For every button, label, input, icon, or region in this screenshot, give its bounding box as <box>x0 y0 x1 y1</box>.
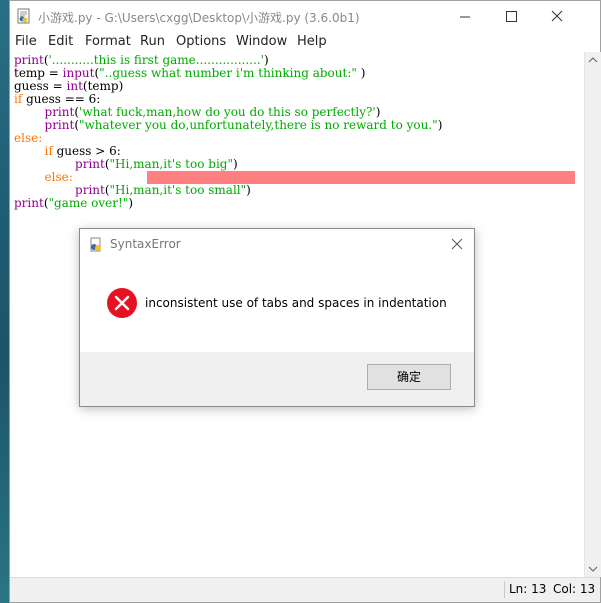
builtin-token: int <box>66 79 83 93</box>
string-token: '...........this is first game..........… <box>48 53 264 67</box>
code-token: guess == 6: <box>22 92 101 106</box>
dialog-footer: 确定 <box>80 352 474 406</box>
title-bar[interactable]: 小游戏.py - G:\Users\cxgg\Desktop\小游戏.py (3… <box>10 1 600 32</box>
menu-format[interactable]: Format <box>85 34 131 49</box>
code-line-12: print("game over!") <box>14 197 133 210</box>
code-token: (temp) <box>82 79 124 93</box>
code-line-6: print("whatever you do,unfortunately,the… <box>14 118 443 132</box>
builtin-token: print <box>44 105 75 119</box>
code-token: ) <box>128 196 134 210</box>
keyword-token: else: <box>44 170 73 184</box>
keyword-token: if <box>44 144 53 158</box>
maximize-icon <box>506 11 517 22</box>
close-icon <box>551 10 563 22</box>
string-token: "Hi,man,it's too small" <box>109 183 247 197</box>
error-icon <box>107 288 137 318</box>
status-bar: Ln: 13 Col: 13 <box>10 577 600 602</box>
syntax-error-dialog: SyntaxError inconsistent use of tabs and… <box>79 228 475 407</box>
vertical-scrollbar[interactable] <box>584 52 601 577</box>
python-file-icon <box>17 8 30 24</box>
code-token: ) <box>356 66 366 80</box>
minimize-icon <box>460 16 470 18</box>
scroll-up-icon[interactable] <box>585 52 601 68</box>
keyword-token: else: <box>14 131 43 145</box>
ok-button[interactable]: 确定 <box>367 364 451 390</box>
dialog-close-icon[interactable] <box>446 233 468 255</box>
builtin-token: print <box>14 53 44 67</box>
dialog-title: SyntaxError <box>110 237 181 251</box>
code-token: guess = <box>14 79 67 93</box>
python-icon <box>90 237 101 252</box>
error-message: inconsistent use of tabs and spaces in i… <box>145 296 447 310</box>
code-token: ) <box>263 53 269 67</box>
code-token: ) <box>232 157 238 171</box>
code-token: guess > 6: <box>52 144 121 158</box>
builtin-token: print <box>75 157 105 171</box>
status-column-number: Col: 13 <box>553 582 596 596</box>
builtin-token: print <box>75 183 105 197</box>
maximize-button[interactable] <box>488 1 534 32</box>
window-title: 小游戏.py - G:\Users\cxgg\Desktop\小游戏.py (3… <box>38 11 360 25</box>
menu-run[interactable]: Run <box>140 34 165 49</box>
string-token: "Hi,man,it's too big" <box>109 157 233 171</box>
menu-options[interactable]: Options <box>176 34 226 49</box>
menu-file[interactable]: File <box>15 34 37 49</box>
code-token: temp = <box>14 66 63 80</box>
builtin-token: print <box>14 196 44 210</box>
menu-bar: File Edit Format Run Options Window Help <box>10 32 600 52</box>
string-token: "..guess what number i'm thinking about:… <box>99 66 357 80</box>
code-token: ) <box>375 105 381 119</box>
menu-help[interactable]: Help <box>297 34 327 49</box>
scroll-down-icon[interactable] <box>585 561 601 577</box>
builtin-token: print <box>44 118 75 132</box>
string-token: "game over!" <box>48 196 129 210</box>
string-token: 'what fuck,man,how do you do this so per… <box>79 105 376 119</box>
code-token: ) <box>437 118 443 132</box>
close-button[interactable] <box>534 1 580 32</box>
builtin-token: input <box>62 66 95 80</box>
status-divider <box>504 581 505 598</box>
code-token: ) <box>246 183 251 197</box>
string-token: "whatever you do,unfortunately,there is … <box>79 118 438 132</box>
menu-window[interactable]: Window <box>236 34 287 49</box>
menu-edit[interactable]: Edit <box>48 34 73 49</box>
minimize-button[interactable] <box>442 1 488 32</box>
status-line-number: Ln: 13 <box>509 582 547 596</box>
